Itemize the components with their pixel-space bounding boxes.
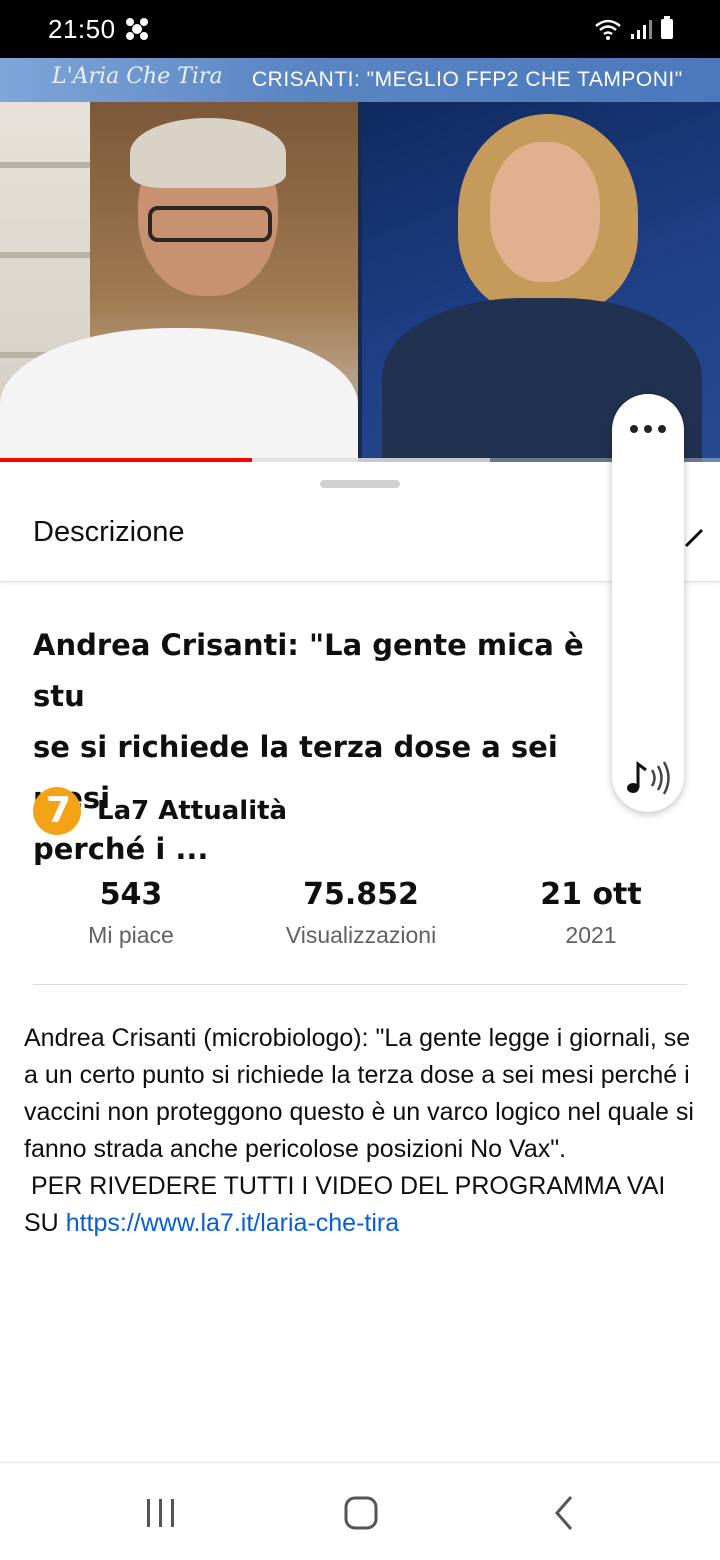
sheet-drag-handle[interactable] xyxy=(320,480,400,488)
stat-likes: 543 Mi piace xyxy=(11,872,251,949)
channel-name[interactable]: La7 Attualità xyxy=(97,796,287,826)
stat-label: 2021 xyxy=(565,922,617,948)
stat-value: 75.852 xyxy=(303,877,419,912)
stat-value: 543 xyxy=(99,877,163,912)
glasses xyxy=(148,206,272,242)
description-text: Andrea Crisanti (microbiologo): "La gent… xyxy=(24,1024,694,1237)
stat-value: 21 ott xyxy=(540,877,642,912)
show-logo: L'Aria Che Tira xyxy=(52,64,223,89)
channel-row[interactable]: 7 La7 Attualità xyxy=(33,786,287,836)
stat-label: Mi piace xyxy=(88,922,174,948)
description-body: Andrea Crisanti (microbiologo): "La gent… xyxy=(24,1020,696,1242)
status-bar: 21:50 xyxy=(0,0,720,58)
battery-icon xyxy=(661,16,673,39)
guest-hair xyxy=(130,118,286,188)
notification-icon xyxy=(126,18,148,40)
video-player[interactable]: L'Aria Che Tira CRISANTI: "MEGLIO FFP2 C… xyxy=(0,58,720,462)
stat-label: Visualizzazioni xyxy=(285,922,437,948)
status-time: 21:50 xyxy=(48,14,116,44)
video-left-panel xyxy=(0,102,358,462)
signal-icon xyxy=(631,20,652,39)
back-icon[interactable] xyxy=(535,1489,595,1537)
more-options-icon[interactable] xyxy=(612,414,684,444)
description-link[interactable]: https://www.la7.it/laria-che-tira xyxy=(66,1209,399,1237)
music-sound-icon[interactable] xyxy=(622,756,674,800)
status-icons xyxy=(594,16,674,40)
guest-shirt xyxy=(0,328,358,462)
video-title: Andrea Crisanti: "La gente mica è stu se… xyxy=(33,620,633,875)
recent-apps-icon[interactable] xyxy=(131,1489,191,1537)
video-headline: CRISANTI: "MEGLIO FFP2 CHE TAMPONI" xyxy=(252,68,683,91)
navigation-bar xyxy=(0,1462,720,1560)
sheet-title: Descrizione xyxy=(33,516,185,548)
floating-panel xyxy=(612,394,684,812)
host-face xyxy=(490,142,600,282)
video-banner: L'Aria Che Tira CRISANTI: "MEGLIO FFP2 C… xyxy=(0,58,720,102)
channel-avatar[interactable]: 7 xyxy=(33,787,81,835)
stat-date: 21 ott 2021 xyxy=(471,872,711,949)
home-icon[interactable] xyxy=(331,1489,391,1537)
video-stats: 543 Mi piace 75.852 Visualizzazioni 21 o… xyxy=(0,872,720,962)
stat-views: 75.852 Visualizzazioni xyxy=(241,872,481,949)
channel-avatar-logo: 7 xyxy=(46,790,72,831)
wifi-icon xyxy=(595,19,621,40)
divider xyxy=(33,984,687,985)
video-title-line: Andrea Crisanti: "La gente mica è stu xyxy=(33,628,584,713)
